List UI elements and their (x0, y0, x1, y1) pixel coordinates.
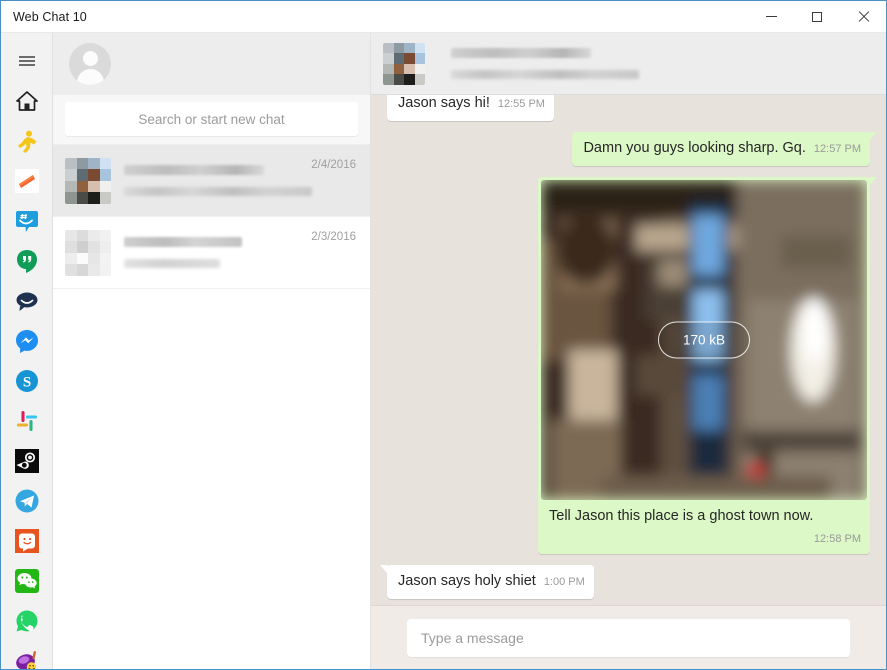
message-time: 12:55 PM (497, 98, 545, 110)
sidebar-item-rocketchat[interactable] (7, 521, 47, 561)
contact-preview (124, 187, 312, 196)
contact-name (124, 165, 264, 175)
message-input-placeholder: Type a message (421, 629, 524, 646)
message-list[interactable]: Jason says hi! 12:55 PM Damn you guys loo… (371, 95, 886, 605)
minimize-button[interactable] (748, 1, 794, 33)
window-controls (748, 1, 886, 33)
app-body: S Search or start new chat 2/4/2016 2/3/… (1, 33, 886, 669)
telegram-icon (15, 489, 38, 513)
close-button[interactable] (840, 1, 886, 33)
message-input[interactable]: Type a message (407, 618, 850, 657)
message-time: 1:00 PM (543, 576, 585, 588)
conversation-title-block (451, 48, 639, 79)
maximize-icon (812, 11, 822, 22)
search-input[interactable]: Search or start new chat (65, 102, 358, 136)
chat-list[interactable]: 2/4/2016 2/3/2016 (53, 145, 370, 669)
download-size-badge[interactable]: 170 kB (657, 321, 751, 359)
list-item[interactable]: 2/3/2016 (53, 217, 370, 289)
sidebar-item-hipchat[interactable] (7, 201, 47, 241)
close-icon (857, 11, 869, 23)
list-item-meta (124, 237, 311, 268)
rocketchat-icon (14, 529, 39, 553)
message-row: Jason says hi! 12:55 PM (380, 95, 870, 121)
sidebar-item-flowdock[interactable] (7, 161, 47, 201)
chat-list-panel: Search or start new chat 2/4/2016 2/3/20… (53, 33, 371, 669)
sidebar-item-slack[interactable] (7, 401, 47, 441)
app-window: Web Chat 10 S Search or start new chat 2… (0, 0, 887, 670)
service-rail: S (1, 33, 53, 669)
flowdock-icon (14, 169, 39, 193)
conversation-header[interactable] (371, 33, 886, 95)
contact-name (124, 237, 242, 247)
message-caption: Tell Jason this place is a ghost town no… (549, 508, 814, 524)
hipchat-icon (15, 211, 38, 232)
sidebar-item-steam[interactable] (7, 441, 47, 481)
message-bubble-incoming[interactable]: Jason says holy shiet 1:00 PM (380, 565, 594, 599)
menu-icon (18, 56, 35, 66)
sidebar-item-telegram[interactable] (7, 481, 47, 521)
home-icon (15, 91, 38, 111)
search-container: Search or start new chat (53, 95, 370, 145)
message-time: 12:58 PM (813, 533, 861, 545)
yahoo-messenger-icon (15, 651, 36, 669)
conversation-panel: Jason says hi! 12:55 PM Damn you guys loo… (371, 33, 886, 669)
list-item-meta (124, 165, 312, 196)
message-image[interactable]: 170 kB (541, 180, 867, 500)
conversation-title (451, 48, 591, 58)
contact-preview (124, 259, 220, 268)
whatsapp-icon (16, 610, 37, 632)
message-text: Jason says hi! (398, 95, 490, 111)
list-item[interactable]: 2/4/2016 (53, 145, 370, 217)
composer-bar: Type a message (371, 605, 886, 669)
title-bar: Web Chat 10 (1, 1, 886, 33)
steam-icon (14, 449, 39, 473)
sidebar-item-wechat[interactable] (7, 561, 47, 601)
conversation-avatar (383, 42, 425, 85)
sidebar-item-yahoo-messenger[interactable] (7, 641, 47, 669)
message-row: 170 kB Tell Jason this place is a ghost … (387, 177, 877, 554)
messenger-icon (15, 330, 38, 353)
message-text: Damn you guys looking sharp. Gq. (583, 140, 806, 156)
sidebar-item-gitter[interactable] (7, 281, 47, 321)
message-bubble-media[interactable]: 170 kB Tell Jason this place is a ghost … (538, 177, 877, 554)
contact-avatar (65, 229, 111, 276)
slack-icon (16, 410, 37, 432)
minimize-icon (765, 16, 777, 17)
conversation-subtitle (451, 70, 639, 79)
message-bubble-outgoing[interactable]: Damn you guys looking sharp. Gq. 12:57 PM (572, 132, 877, 166)
skype-icon: S (15, 370, 38, 392)
message-bubble-incoming[interactable]: Jason says hi! 12:55 PM (380, 95, 554, 121)
maximize-button[interactable] (794, 1, 840, 33)
sidebar-item-home[interactable] (7, 81, 47, 121)
sidebar-item-skype[interactable]: S (7, 361, 47, 401)
avatar[interactable] (69, 43, 111, 85)
message-row: Jason says holy shiet 1:00 PM (380, 565, 870, 599)
sidebar-item-messenger[interactable] (7, 321, 47, 361)
svg-text:S: S (22, 375, 30, 391)
profile-bar (53, 33, 370, 95)
message-time: 12:57 PM (813, 143, 861, 155)
sidebar-item-whatsapp[interactable] (7, 601, 47, 641)
hangouts-icon (16, 250, 37, 273)
message-row: Damn you guys looking sharp. Gq. 12:57 PM (387, 132, 877, 166)
sidebar-item-hangouts[interactable] (7, 241, 47, 281)
chat-date: 2/3/2016 (311, 231, 356, 243)
menu-button[interactable] (7, 41, 47, 81)
gitter-icon (16, 292, 37, 311)
chat-date: 2/4/2016 (311, 159, 356, 171)
aim-icon (17, 130, 36, 153)
window-title: Web Chat 10 (13, 9, 87, 24)
search-placeholder: Search or start new chat (138, 111, 285, 127)
sidebar-item-aim[interactable] (7, 121, 47, 161)
wechat-icon (14, 569, 39, 593)
message-text: Jason says holy shiet (398, 573, 536, 589)
contact-avatar (65, 157, 111, 204)
